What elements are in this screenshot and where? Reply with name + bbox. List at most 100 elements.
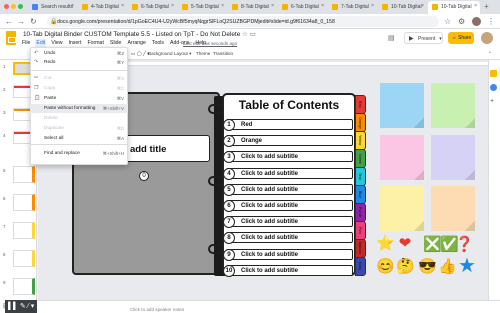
speaker-notes[interactable]: Click to add speaker notes [38,300,500,313]
divider-tab[interactable]: Navy [355,257,366,276]
close-tab-icon[interactable]: × [121,3,124,9]
toc-row-text[interactable]: Click to add subtitle [241,203,298,209]
divider-tab[interactable]: Purple [355,203,366,222]
theme-button[interactable]: Theme [196,51,210,56]
browser-tab[interactable]: 7-Tab Digital × [328,1,377,14]
toc-row-text[interactable]: Click to add subtitle [241,235,298,241]
slides-logo-icon[interactable] [6,31,16,45]
bookmark-star-icon[interactable]: ☆ [444,17,451,26]
add-addon-icon[interactable]: + [490,98,494,105]
browser-tab[interactable]: 10-Tab Digital × [378,1,427,14]
transition-button[interactable]: Transition [213,51,233,56]
slide-thumbnail[interactable] [13,278,35,295]
sticky-note[interactable] [380,135,424,180]
last-edit-link[interactable]: Last edit was seconds ago [183,41,237,46]
browser-tab[interactable]: Search results × [28,1,77,14]
divider-tab[interactable]: Red [355,95,366,114]
close-tab-icon[interactable]: × [474,3,477,9]
toc-row-text[interactable]: Click to add subtitle [241,219,298,225]
browser-menu-icon[interactable]: ⋮ [487,17,495,26]
big-star-sticker-icon[interactable]: ★ [456,256,478,278]
sticky-note[interactable] [431,83,475,128]
maximize-window-icon[interactable] [18,4,23,9]
toc-row[interactable]: 6 Click to add subtitle [223,200,353,212]
keep-icon[interactable] [490,70,497,77]
toc-title[interactable]: Table of Contents [222,98,356,112]
comments-icon[interactable]: ▤ [388,34,395,42]
toc-row-text[interactable]: Click to add subtitle [241,171,298,177]
extensions-icon[interactable]: ⚙ [458,17,465,26]
close-tab-icon[interactable]: × [71,3,74,9]
thumbs-up-sticker-icon[interactable]: 👍 [438,259,457,277]
sticky-note[interactable] [431,135,475,180]
slide-thumbnail[interactable] [13,222,35,239]
toc-row-text[interactable]: Red [241,122,252,128]
question-sticker-icon[interactable]: ❓ [455,237,474,255]
divider-tab[interactable]: Maroon [355,239,366,258]
menu-item-select-all[interactable]: Select all ⌘A [30,134,128,143]
profile-avatar-icon[interactable] [472,17,481,26]
slide-thumbnail[interactable] [13,194,35,211]
toc-row-text[interactable]: Click to add subtitle [241,252,298,258]
sticky-note[interactable] [380,186,424,231]
close-tab-icon[interactable]: × [321,3,324,9]
tasks-icon[interactable] [490,84,497,91]
close-tab-icon[interactable]: × [171,3,174,9]
browser-tab[interactable]: 5-Tab Digital × [178,1,227,14]
toc-row[interactable]: 2 Orange [223,135,353,148]
toc-row[interactable]: 8 Click to add subtitle [223,232,353,245]
close-tab-icon[interactable]: × [271,3,274,9]
browser-tab-active[interactable]: 10-Tab Digital × [428,1,480,14]
divider-tab[interactable]: Yellow [355,131,366,150]
menu-item-copy[interactable]: ❐ Copy ⌘C [30,84,128,93]
toc-row-text[interactable]: Click to add subtitle [241,268,298,274]
menu-item-duplicate[interactable]: Duplicate ⌘D [30,124,128,133]
toc-row[interactable]: 9 Click to add subtitle [223,248,353,261]
toc-row-text[interactable]: Click to add subtitle [241,154,298,160]
divider-tab[interactable]: Blue [355,185,366,204]
divider-tab[interactable]: Teal [355,167,366,186]
layout-button[interactable]: Layout ▾ [174,51,191,57]
menu-item-find-and-replace[interactable]: Find and replace ⌘+Shift+H [30,149,128,158]
menu-item-undo[interactable]: ↶ Undo ⌘Z [30,49,128,58]
sticky-note[interactable] [431,186,475,231]
toc-row-text[interactable]: Click to add subtitle [241,187,298,193]
browser-tab[interactable]: 6-Tab Digital × [128,1,177,14]
menu-item-paste-without-formatting[interactable]: Paste without formatting ⌘+Shift+V [30,104,128,113]
close-tab-icon[interactable]: × [221,3,224,9]
menu-insert[interactable]: Insert [67,39,82,47]
slide-thumbnail[interactable] [13,166,35,183]
menu-file[interactable]: File [21,39,31,47]
forward-icon[interactable]: → [17,17,25,26]
browser-tab[interactable]: 8-Tab Digital × [228,1,277,14]
menu-slide[interactable]: Slide [109,39,123,47]
move-folder-icon[interactable]: ▭ [250,31,256,38]
slide-thumbnail[interactable] [13,250,35,267]
share-button[interactable]: 🔒 Share [448,32,474,44]
menu-item-delete[interactable]: Delete [30,114,128,123]
menu-item-paste[interactable]: 📋 Paste ⌘V [30,94,128,103]
menu-format[interactable]: Format [86,39,104,47]
collapse-toolbar-icon[interactable]: ⌃ [488,51,492,57]
toc-row[interactable]: 4 Click to add subtitle [223,167,353,180]
toc-row[interactable]: 5 Click to add subtitle [223,183,353,196]
menu-arrange[interactable]: Arrange [126,39,146,47]
toolbar-icons[interactable]: ▭ ◯ ╱ ▾ [131,51,149,57]
present-button[interactable]: ▶ Present ▾ [404,32,443,44]
divider-tab[interactable]: Orange [355,113,366,132]
sunglasses-sticker-icon[interactable]: 😎 [418,259,437,277]
toc-row[interactable]: 10 Click to add subtitle [223,264,353,277]
sticky-note[interactable] [380,83,424,128]
divider-tab[interactable]: Green [355,149,366,168]
menu-item-cut[interactable]: ✂ Cut ⌘X [30,74,128,83]
menu-tools[interactable]: Tools [151,39,165,47]
divider-tab[interactable]: Pink [355,221,366,240]
toc-row-text[interactable]: Orange [241,138,262,144]
back-icon[interactable]: ← [5,17,13,26]
close-window-icon[interactable] [4,4,9,9]
pen-toolbar[interactable]: ▌▌ ✎ ⁄ ▾ [5,300,37,313]
menu-item-redo[interactable]: ↷ Redo ⌘Y [30,58,128,67]
toc-row[interactable]: 7 Click to add subtitle [223,216,353,229]
url-input[interactable]: docs.google.com/presentation/d/1pGoEC4U4… [47,16,439,27]
thinking-sticker-icon[interactable]: 🤔 [396,259,415,277]
